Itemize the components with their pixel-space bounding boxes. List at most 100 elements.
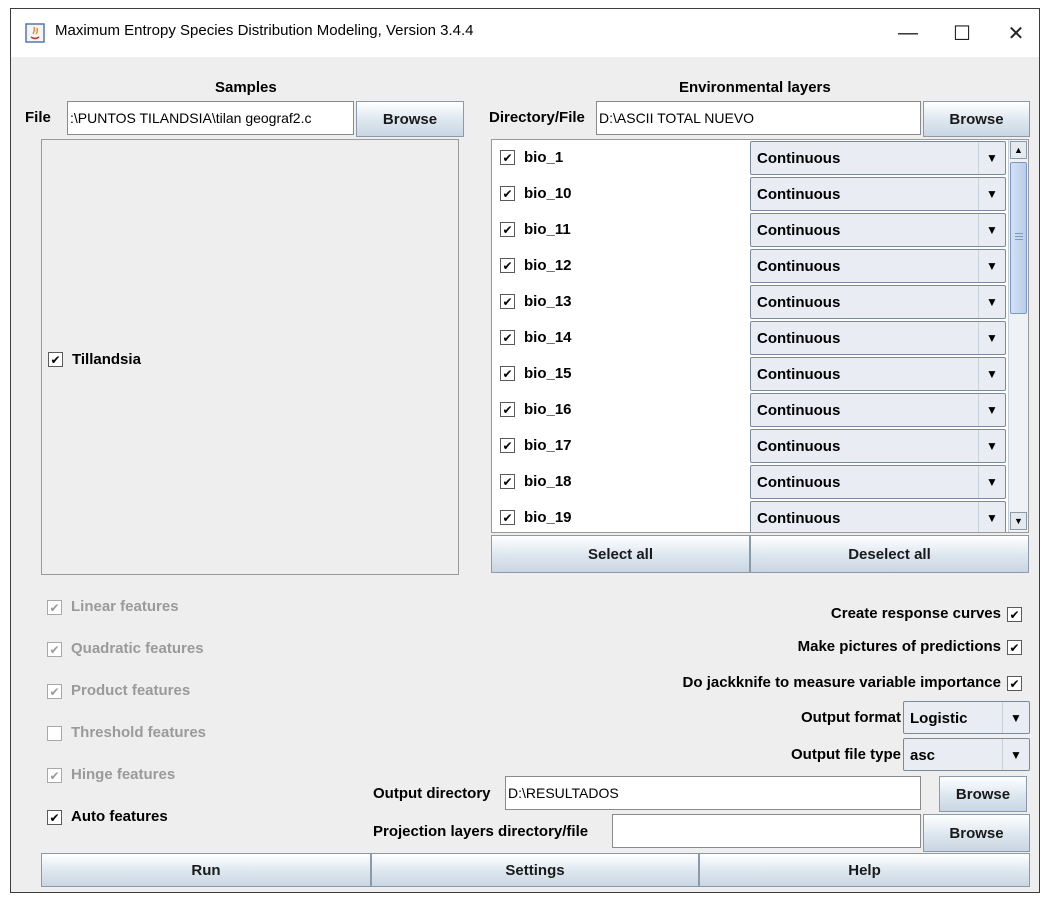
layer-type-select[interactable]: Continuous ▼: [750, 501, 1006, 532]
layer-name-cell: ✔ bio_18: [492, 464, 750, 500]
layer-type-select[interactable]: Continuous ▼: [750, 285, 1006, 319]
feature-label: Product features: [71, 682, 191, 699]
response-curves-checkbox[interactable]: ✔: [1007, 607, 1022, 622]
layer-type-value: Continuous: [757, 186, 841, 203]
output-format-value: Logistic: [910, 710, 968, 727]
output-format-select[interactable]: Logistic ▼: [903, 701, 1030, 734]
maximize-button[interactable]: ☐: [939, 9, 985, 57]
layer-type-select[interactable]: Continuous ▼: [750, 465, 1006, 499]
layer-type-select[interactable]: Continuous ▼: [750, 357, 1006, 391]
samples-file-input[interactable]: :\PUNTOS TILANDSIA\tilan geograf2.c: [67, 101, 354, 135]
chevron-down-icon: ▼: [978, 142, 1005, 174]
species-name: Tillandsia: [72, 351, 141, 368]
pictures-label: Make pictures of predictions: [797, 638, 1001, 655]
main-content: Samples File :\PUNTOS TILANDSIA\tilan ge…: [11, 57, 1039, 892]
layer-type-select[interactable]: Continuous ▼: [750, 213, 1006, 247]
layer-row: ✔ bio_12 Continuous ▼: [492, 248, 1008, 284]
layer-name: bio_17: [524, 437, 572, 454]
chevron-down-icon: ▼: [978, 358, 1005, 390]
title-bar: Maximum Entropy Species Distribution Mod…: [11, 9, 1039, 57]
layer-row: ✔ bio_15 Continuous ▼: [492, 356, 1008, 392]
env-dir-input[interactable]: D:\ASCII TOTAL NUEVO: [596, 101, 921, 135]
feature-checkbox: ✔: [47, 600, 62, 615]
layer-checkbox[interactable]: ✔: [500, 438, 515, 453]
chevron-down-icon: ▼: [978, 250, 1005, 282]
response-curves-label: Create response curves: [830, 605, 1001, 622]
scroll-thumb[interactable]: [1010, 162, 1027, 314]
env-browse-button[interactable]: Browse: [923, 101, 1030, 137]
feature-label: Auto features: [71, 808, 168, 825]
layer-row: ✔ bio_14 Continuous ▼: [492, 320, 1008, 356]
feature-option: ✔ Hinge features: [47, 765, 367, 787]
layer-name: bio_1: [524, 149, 564, 166]
layer-checkbox[interactable]: ✔: [500, 366, 515, 381]
scroll-up-button[interactable]: ▲: [1010, 141, 1027, 159]
layer-name: bio_10: [524, 185, 572, 202]
pictures-checkbox[interactable]: ✔: [1007, 640, 1022, 655]
layer-name-cell: ✔ bio_12: [492, 248, 750, 284]
layer-checkbox[interactable]: ✔: [500, 258, 515, 273]
layer-type-select[interactable]: Continuous ▼: [750, 249, 1006, 283]
feature-option[interactable]: ✔ Auto features: [47, 807, 367, 829]
species-item[interactable]: ✔ Tillandsia: [48, 350, 348, 370]
chevron-down-icon: ▼: [978, 286, 1005, 318]
layer-checkbox[interactable]: ✔: [500, 150, 515, 165]
chevron-down-icon: ▼: [978, 178, 1005, 210]
close-button[interactable]: ✕: [993, 9, 1039, 57]
projection-input[interactable]: [612, 814, 921, 848]
select-all-button[interactable]: Select all: [491, 535, 750, 573]
feature-option: ✔ Linear features: [47, 597, 367, 619]
chevron-down-icon: ▼: [1002, 739, 1029, 770]
layer-name-cell: ✔ bio_15: [492, 356, 750, 392]
window-title: Maximum Entropy Species Distribution Mod…: [55, 22, 474, 39]
run-button[interactable]: Run: [41, 853, 371, 887]
deselect-all-button[interactable]: Deselect all: [750, 535, 1029, 573]
output-dir-browse-button[interactable]: Browse: [939, 776, 1027, 812]
layer-type-select[interactable]: Continuous ▼: [750, 393, 1006, 427]
layer-checkbox[interactable]: ✔: [500, 186, 515, 201]
scroll-down-button[interactable]: ▼: [1010, 512, 1027, 530]
layer-name-cell: ✔ bio_10: [492, 176, 750, 212]
layer-type-select[interactable]: Continuous ▼: [750, 429, 1006, 463]
layer-type-select[interactable]: Continuous ▼: [750, 321, 1006, 355]
feature-checkbox: ✔: [47, 684, 62, 699]
chevron-down-icon: ▼: [1002, 702, 1029, 733]
species-checkbox[interactable]: ✔: [48, 352, 63, 367]
layer-checkbox[interactable]: ✔: [500, 402, 515, 417]
feature-option: Threshold features: [47, 723, 367, 745]
output-dir-input[interactable]: D:\RESULTADOS: [505, 776, 921, 810]
settings-button[interactable]: Settings: [371, 853, 699, 887]
layer-checkbox[interactable]: ✔: [500, 330, 515, 345]
layer-row: ✔ bio_16 Continuous ▼: [492, 392, 1008, 428]
feature-checkbox: ✔: [47, 642, 62, 657]
layer-type-select[interactable]: Continuous ▼: [750, 141, 1006, 175]
help-button[interactable]: Help: [699, 853, 1030, 887]
samples-browse-button[interactable]: Browse: [356, 101, 464, 137]
maxent-window: Maximum Entropy Species Distribution Mod…: [10, 8, 1040, 893]
layer-checkbox[interactable]: ✔: [500, 222, 515, 237]
output-type-value: asc: [910, 747, 936, 764]
minimize-button[interactable]: —: [885, 9, 931, 57]
samples-header: Samples: [215, 79, 277, 96]
java-app-icon: [25, 23, 45, 43]
layer-checkbox[interactable]: ✔: [500, 294, 515, 309]
feature-options: ✔ Linear features ✔ Quadratic features ✔ Prod…: [41, 597, 381, 857]
layer-name: bio_11: [524, 221, 571, 238]
projection-browse-button[interactable]: Browse: [923, 814, 1030, 852]
layer-name-cell: ✔ bio_1: [492, 140, 750, 176]
feature-option: ✔ Quadratic features: [47, 639, 367, 661]
feature-checkbox[interactable]: ✔: [47, 810, 62, 825]
layer-type-value: Continuous: [757, 402, 841, 419]
layer-name: bio_16: [524, 401, 572, 418]
layer-name: bio_18: [524, 473, 572, 490]
layer-row: ✔ bio_13 Continuous ▼: [492, 284, 1008, 320]
layer-row: ✔ bio_10 Continuous ▼: [492, 176, 1008, 212]
jackknife-checkbox[interactable]: ✔: [1007, 676, 1022, 691]
layer-type-select[interactable]: Continuous ▼: [750, 177, 1006, 211]
layer-type-value: Continuous: [757, 366, 841, 383]
layer-checkbox[interactable]: ✔: [500, 474, 515, 489]
layers-scrollbar[interactable]: ▲ ▼: [1008, 140, 1028, 532]
layer-row: ✔ bio_11 Continuous ▼: [492, 212, 1008, 248]
output-type-select[interactable]: asc ▼: [903, 738, 1030, 771]
layer-checkbox[interactable]: ✔: [500, 510, 515, 525]
